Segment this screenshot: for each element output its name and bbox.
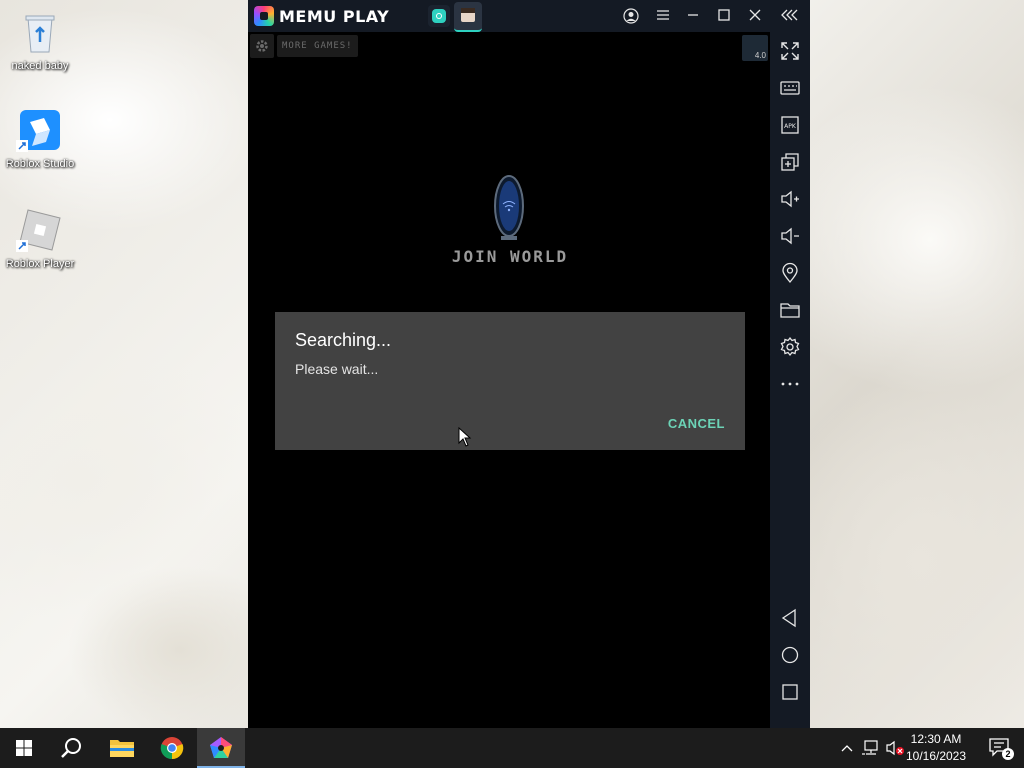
desktop-icon-roblox-studio[interactable]: Roblox Studio (0, 106, 80, 170)
close-icon[interactable] (745, 6, 765, 26)
thumbnail-badge: 4.0 (754, 51, 766, 60)
network-icon (862, 740, 878, 755)
desktop-icon-recycle-bin[interactable]: naked baby (0, 8, 80, 72)
memu-icon (210, 737, 232, 758)
show-hidden-icons-button[interactable] (838, 728, 856, 768)
network-tray-button[interactable] (860, 728, 882, 768)
recycle-bin-icon (16, 8, 64, 56)
memu-emulator-window: MEMU PLAY MORE GAMES! 4.0 JOIN WORLD Sea… (248, 0, 810, 728)
app-title: MEMU PLAY (279, 6, 390, 26)
portal-icon (494, 174, 524, 244)
game-settings-button[interactable] (250, 34, 274, 58)
settings-icon[interactable] (779, 336, 801, 358)
clock-date: 10/16/2023 (905, 749, 967, 763)
emulator-titlebar: MEMU PLAY (248, 0, 810, 32)
roblox-player-icon (16, 206, 64, 254)
search-icon (61, 738, 81, 758)
tab-app-center[interactable] (428, 5, 450, 27)
windows-taskbar: 12:30 AM 10/16/2023 2 (0, 728, 1024, 768)
collapse-sidebar-icon[interactable] (780, 6, 800, 26)
cancel-button[interactable]: CANCEL (668, 416, 725, 431)
desktop-icon-roblox-player[interactable]: Roblox Player (0, 206, 80, 270)
notification-count-badge: 2 (1002, 748, 1014, 760)
start-icon (16, 740, 32, 756)
clock-time: 12:30 AM (910, 732, 962, 746)
memu-logo: MEMU PLAY (254, 6, 389, 26)
volume-tray-button[interactable] (884, 728, 906, 768)
join-world-button[interactable]: JOIN WORLD (428, 247, 592, 266)
roblox-studio-icon (16, 106, 64, 154)
recents-icon[interactable] (779, 681, 801, 703)
fullscreen-icon[interactable] (779, 40, 801, 62)
file-explorer-icon (110, 740, 134, 757)
file-explorer-button[interactable] (98, 728, 146, 768)
start-button[interactable] (0, 728, 48, 768)
keyboard-icon[interactable] (779, 77, 801, 99)
mouse-cursor-icon (458, 426, 472, 452)
minimize-icon[interactable] (683, 6, 703, 26)
volume-down-icon[interactable] (779, 225, 801, 247)
desktop-icon-label: Roblox Player (5, 258, 75, 270)
searching-dialog: Searching... Please wait... CANCEL (275, 312, 745, 450)
desktop-icon-label: Roblox Studio (5, 158, 75, 170)
account-icon[interactable] (621, 6, 641, 26)
volume-muted-icon (886, 740, 904, 756)
memu-logo-icon (254, 6, 274, 26)
volume-up-icon[interactable] (779, 188, 801, 210)
maximize-icon[interactable] (714, 6, 734, 26)
menu-icon[interactable] (653, 6, 673, 26)
android-screen[interactable]: MORE GAMES! 4.0 JOIN WORLD Searching... … (248, 32, 770, 728)
tab-game[interactable] (454, 2, 482, 32)
action-center-button[interactable]: 2 (988, 737, 1014, 760)
game-thumbnail-button[interactable]: 4.0 (742, 35, 768, 61)
svg-text:APK: APK (784, 123, 797, 130)
game-avatar-icon (461, 8, 475, 22)
dialog-message: Please wait... (295, 361, 379, 377)
chrome-button[interactable] (148, 728, 196, 768)
desktop-icon-label: naked baby (11, 60, 69, 72)
back-icon[interactable] (779, 607, 801, 629)
emulator-toolbar: APK (770, 32, 810, 728)
more-games-button[interactable]: MORE GAMES! (277, 35, 358, 57)
dialog-title: Searching... (295, 330, 392, 350)
chevron-up-icon (841, 745, 853, 752)
memu-taskbar-button[interactable] (197, 728, 245, 768)
system-clock[interactable]: 12:30 AM 10/16/2023 (904, 731, 968, 765)
location-icon[interactable] (779, 262, 801, 284)
app-center-icon (432, 9, 446, 23)
more-icon[interactable] (779, 373, 801, 395)
apk-icon[interactable]: APK (779, 114, 801, 136)
multi-instance-icon[interactable] (779, 151, 801, 173)
home-icon[interactable] (779, 644, 801, 666)
chrome-icon (160, 737, 184, 760)
search-button[interactable] (48, 728, 96, 768)
folder-icon[interactable] (779, 299, 801, 321)
